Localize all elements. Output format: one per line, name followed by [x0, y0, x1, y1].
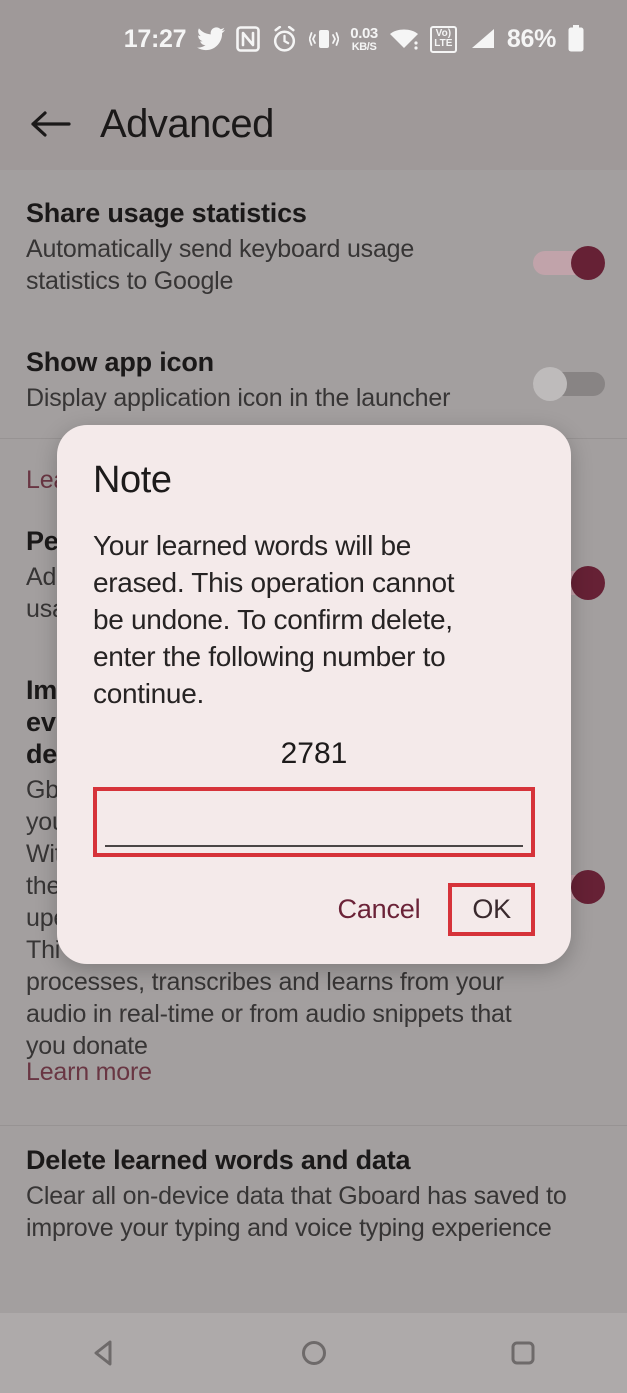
dialog-message: Your learned words will be erased. This …: [93, 528, 535, 713]
dialog-message-line-3: be undone. To confirm delete,: [93, 603, 453, 635]
dialog-message-line-2: erased. This operation cannot: [93, 566, 455, 598]
ok-button[interactable]: OK: [456, 889, 527, 930]
nav-recents-button[interactable]: [483, 1313, 563, 1393]
confirmation-number: 2781: [280, 736, 348, 770]
nav-home-button[interactable]: [274, 1313, 354, 1393]
phone-screen: 17:27 0.03 KB/S Vo) LTE 86% Advanced Sha…: [0, 0, 627, 1393]
ok-button-annotation-box: OK: [448, 882, 535, 936]
navigation-bar: [0, 1313, 627, 1393]
dialog-message-line-4: enter the following number to: [93, 640, 446, 672]
dialog-action-bar: Cancel OK: [93, 882, 535, 942]
dialog-title: Note: [93, 459, 172, 501]
confirm-input-annotation-box: [93, 786, 535, 857]
cancel-button[interactable]: Cancel: [326, 888, 433, 931]
dialog-message-line-1: Your learned words will be: [93, 530, 412, 561]
dialog-message-line-5: continue.: [93, 677, 204, 709]
note-dialog: Note Your learned words will be erased. …: [57, 425, 571, 964]
confirm-number-input[interactable]: [105, 806, 523, 847]
nav-back-button[interactable]: [65, 1313, 145, 1393]
